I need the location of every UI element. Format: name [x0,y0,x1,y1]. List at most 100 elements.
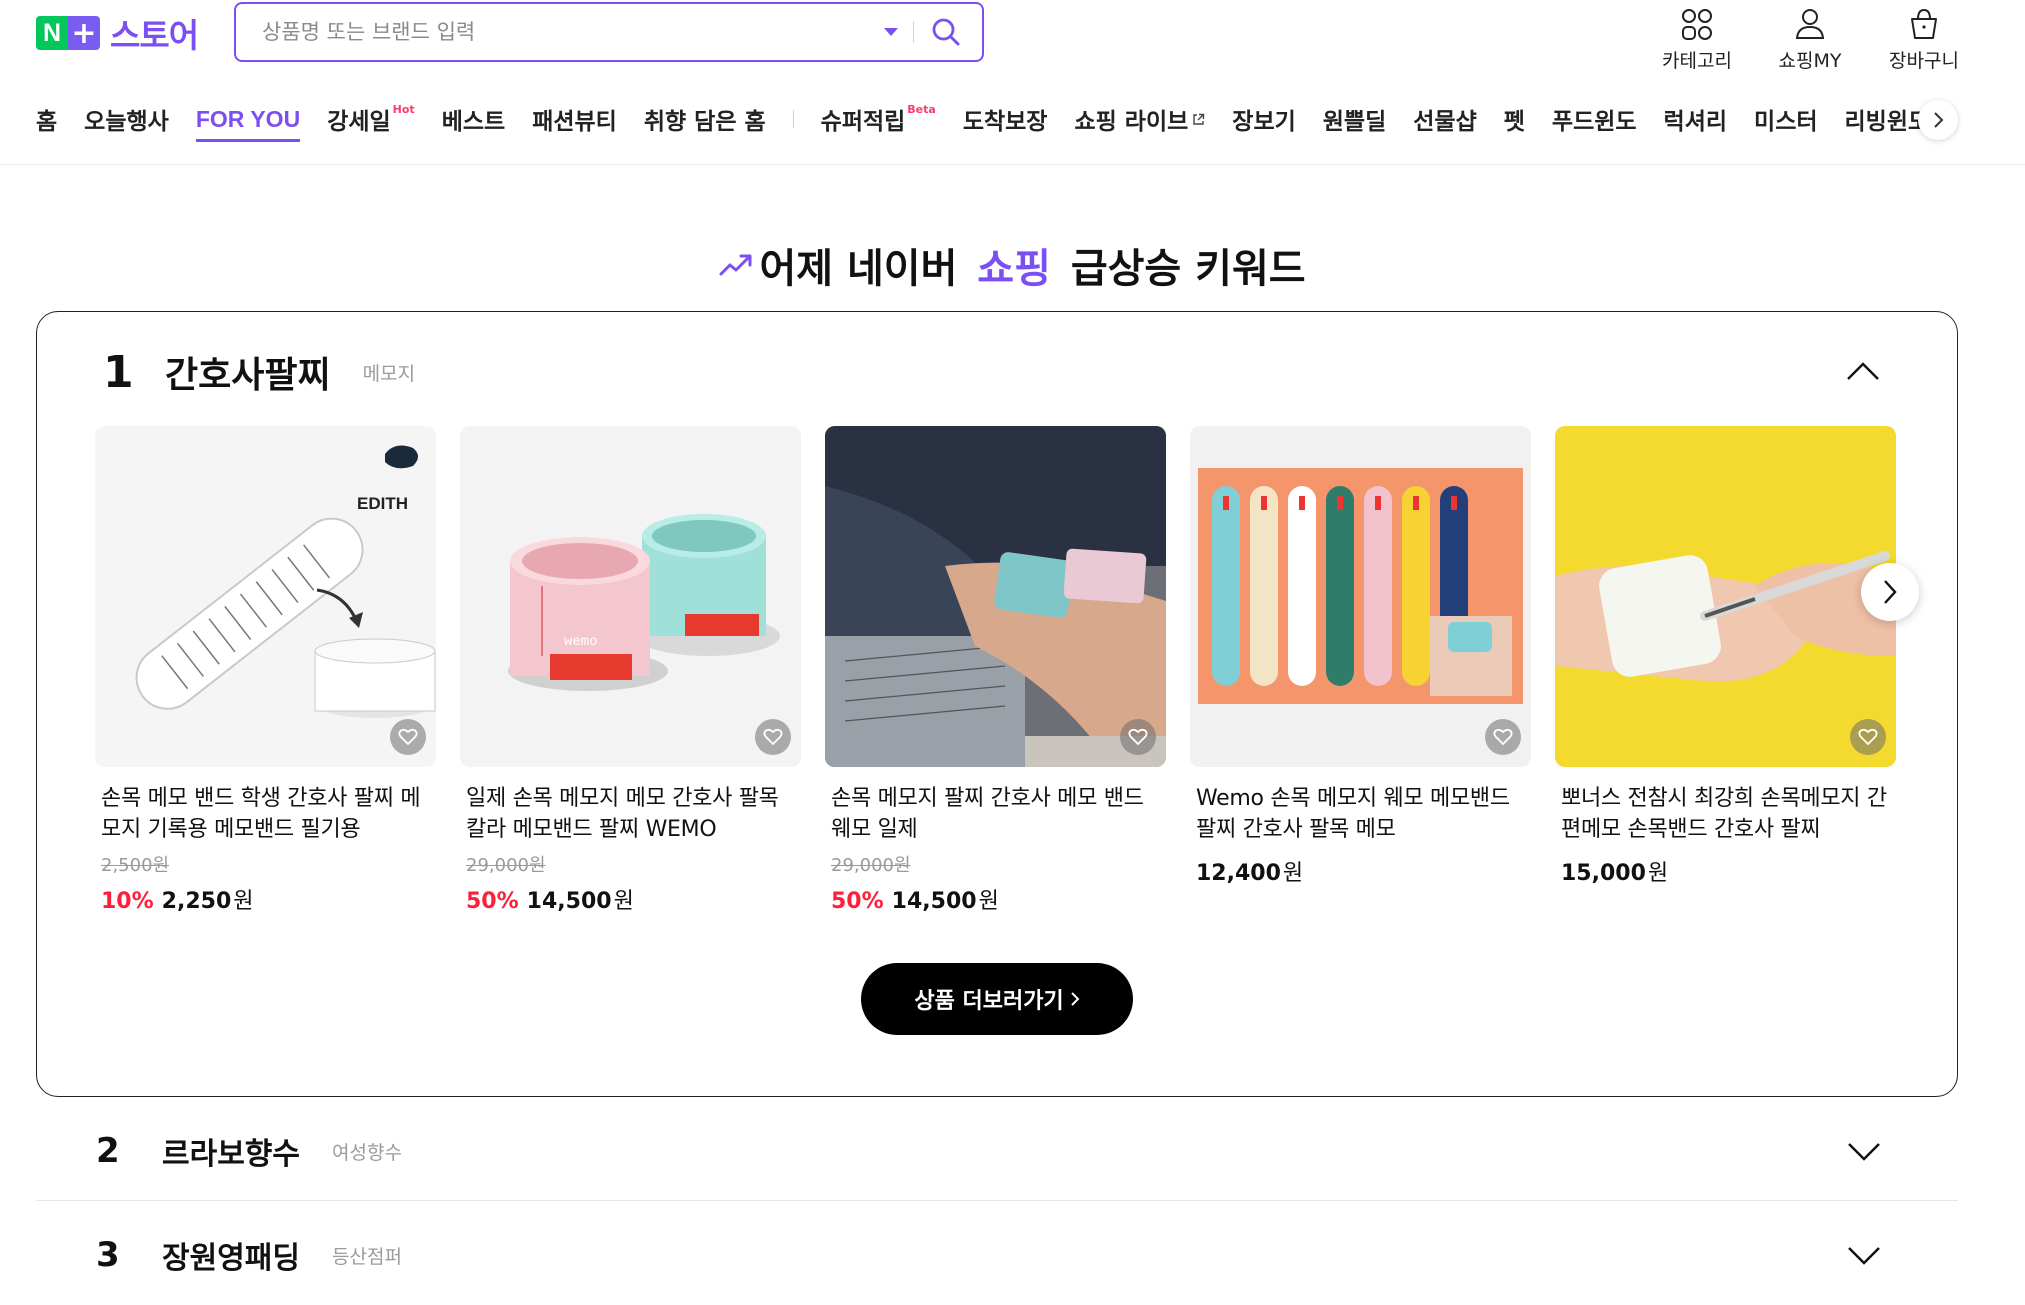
more-products-button[interactable]: 상품 더보러가기 [861,963,1133,1035]
chevron-up-icon [1847,362,1879,380]
collapse-toggle[interactable] [1845,356,1881,386]
nav-item-for-you[interactable]: FOR YOU [195,98,301,142]
wishlist-button[interactable] [390,719,426,755]
expand-toggle[interactable] [1846,1137,1882,1167]
keyword-row[interactable]: 2 르라보향수 여성향수 [36,1097,1958,1201]
product-card[interactable]: 뽀너스 전참시 최강희 손목메모지 간편메모 손목밴드 간호사 팔찌 15,00… [1555,426,1896,915]
cart-icon [1908,0,1940,40]
keyword-word: 르라보향수 [162,1137,300,1172]
product-price-value: 2,250 [161,889,232,914]
nav-item-gift-shop[interactable]: 선물샵 [1413,98,1476,140]
keyword-word: 장원영패딩 [162,1241,300,1276]
nav-item-luxury[interactable]: 럭셔리 [1664,98,1727,140]
product-card[interactable]: EDITH 손목 메모 밴드 학생 간호사 팔찌 메모지 기록용 메모밴드 필기… [95,426,436,915]
wishlist-button[interactable] [1120,719,1156,755]
keyword-row[interactable]: 3 장원영패딩 등산점퍼 [36,1201,1958,1305]
logo-n: N [36,16,68,50]
nav-label: 베스트 [441,109,506,135]
keyword-header[interactable]: 1 간호사팔찌 메모지 [103,342,415,402]
keyword-rank: 3 [96,1235,120,1275]
nav-item-home[interactable]: 홈 [36,98,57,140]
product-currency: 원 [613,889,634,914]
nav-next-button[interactable] [1918,100,1958,140]
product-discount: 50% [831,889,884,914]
heart-icon [1493,728,1513,746]
nav-item-mister[interactable]: 미스터 [1754,98,1817,140]
nav-item-one-plus-deal[interactable]: 원쁠딜 [1323,98,1386,140]
product-card[interactable]: Wemo 손목 메모지 웨모 메모밴드 팔찌 간호사 팔목 메모 12,400원 [1190,426,1531,915]
nav-label: 홈 [36,109,58,135]
product-name[interactable]: 뽀너스 전참시 최강희 손목메모지 간편메모 손목밴드 간호사 팔찌 [1555,783,1896,845]
nav-item-today-event[interactable]: 오늘행사 [84,98,169,140]
product-name[interactable]: 손목 메모 밴드 학생 간호사 팔찌 메모지 기록용 메모밴드 필기용 [95,783,436,845]
util-category[interactable]: 카테고리 [1647,0,1747,73]
product-discount: 50% [466,889,519,914]
product-image[interactable] [1190,426,1531,767]
product-original-price: 29,000원 [466,855,546,876]
product-image[interactable]: wemo [460,426,801,767]
store-logo[interactable]: N + 스토어 [36,14,199,55]
product-image[interactable] [1555,426,1896,767]
chevron-down-icon [1848,1143,1880,1161]
keyword-header[interactable]: 2 르라보향수 여성향수 [96,1121,402,1181]
product-card[interactable]: 손목 메모지 팔찌 간호사 메모 밴드 웨모 일제 29,000원 50% 14,… [825,426,1166,915]
nav-label: 펫 [1503,109,1525,135]
wishlist-button[interactable] [1850,719,1886,755]
carousel-next-button[interactable] [1861,563,1919,621]
search-input[interactable] [236,4,875,60]
keyword-sub: 등산점퍼 [332,1245,402,1268]
nav-label: 강세일 [327,109,391,135]
search-icon[interactable] [926,12,966,52]
product-name[interactable]: 일제 손목 메모지 메모 간호사 팔목 칼라 메모밴드 팔찌 WEMO [460,783,801,845]
nav-item-living-window[interactable]: 리빙윈도 [1845,98,1930,140]
nav-item-super-points[interactable]: 슈퍼적립 Beta [821,98,936,140]
nav-separator [792,110,794,128]
util-cart[interactable]: 장바구니 [1874,0,1974,73]
expand-toggle[interactable] [1846,1241,1882,1271]
product-currency: 원 [978,889,999,914]
section-title-post: 급상승 키워드 [1056,246,1306,292]
external-link-icon [1192,113,1205,126]
nav-item-big-sale[interactable]: 강세일 Hot [327,98,415,140]
product-image[interactable]: EDITH [95,426,436,767]
keyword-sub: 여성향수 [332,1141,402,1164]
product-price: 50% 14,500원 [460,883,801,915]
wishlist-button[interactable] [1485,719,1521,755]
nav-item-shopping-live[interactable]: 쇼핑 라이브 [1074,98,1205,140]
nav-item-fashion-beauty[interactable]: 패션뷰티 [532,98,617,140]
nav-label: 원쁠딜 [1322,109,1387,135]
nav-item-pet[interactable]: 펫 [1504,98,1525,140]
nav-item-grocery[interactable]: 장보기 [1232,98,1295,140]
nav-label: 푸드윈도 [1551,109,1637,135]
product-price: 10% 2,250원 [95,883,436,915]
nav-item-food-window[interactable]: 푸드윈도 [1552,98,1637,140]
product-name[interactable]: 손목 메모지 팔찌 간호사 메모 밴드 웨모 일제 [825,783,1166,845]
product-original-price: 2,500원 [101,855,170,876]
nav-label: 리빙윈도 [1844,109,1930,135]
product-image[interactable] [825,426,1166,767]
product-currency: 원 [233,889,254,914]
product-currency: 원 [1282,861,1304,886]
section-title-highlight: 쇼핑 [977,246,1051,292]
product-price-value: 14,500 [891,889,977,914]
keyword-header[interactable]: 3 장원영패딩 등산점퍼 [96,1225,402,1285]
beta-badge: Beta [907,102,936,116]
product-currency: 원 [1647,861,1669,886]
nav-label: 슈퍼적립 [820,109,906,135]
util-my[interactable]: 쇼핑MY [1760,0,1860,73]
logo-text: 스토어 [110,16,199,55]
product-price: 12,400원 [1190,855,1531,887]
product-carousel: EDITH 손목 메모 밴드 학생 간호사 팔찌 메모지 기록용 메모밴드 필기… [95,426,1896,915]
nav-item-best[interactable]: 베스트 [442,98,505,140]
nav-item-arrival-guarantee[interactable]: 도착보장 [963,98,1048,140]
product-price: 15,000원 [1555,855,1896,887]
search-dropdown-icon[interactable] [875,16,907,48]
product-card[interactable]: wemo 일제 손목 메모지 메모 간호사 팔목 칼라 메모밴드 팔찌 WEMO… [460,426,801,915]
main-nav: 홈 오늘행사 FOR YOU 강세일 Hot 베스트 패션뷰티 취향 담은 홈 슈… [36,98,1956,142]
image-brand-text: wemo [564,634,598,650]
image-brand-text: EDITH [357,494,408,513]
wishlist-button[interactable] [755,719,791,755]
chevron-right-icon [1884,580,1897,604]
product-name[interactable]: Wemo 손목 메모지 웨모 메모밴드 팔찌 간호사 팔목 메모 [1190,783,1531,845]
nav-item-home-living[interactable]: 취향 담은 홈 [644,98,766,140]
